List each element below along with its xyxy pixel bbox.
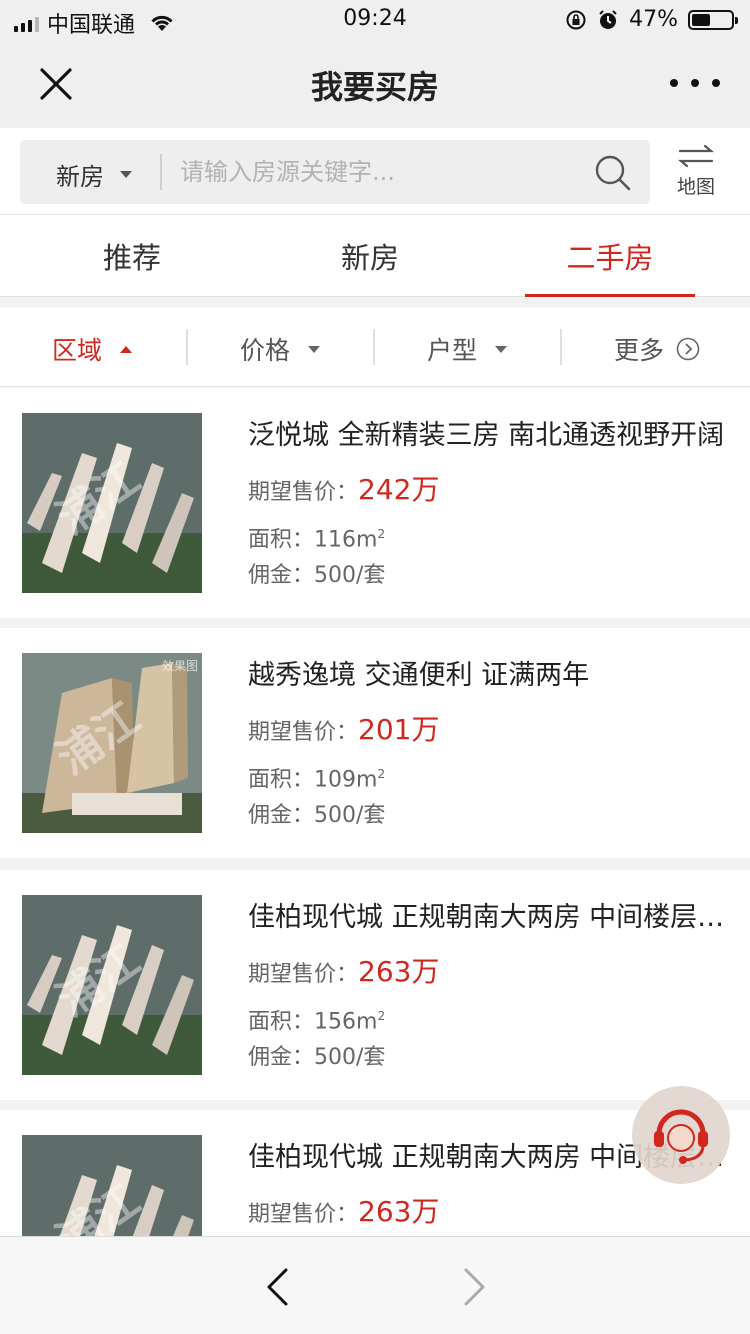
search-box: 新房 (20, 140, 650, 204)
listing-image: 效果图 浦江 (22, 653, 202, 833)
forward-arrow-icon[interactable] (460, 1267, 490, 1307)
area-label: 面积： (248, 767, 315, 793)
status-bar: 中国联通 09:24 47% (0, 0, 750, 40)
divider (186, 329, 188, 365)
page-title: 我要买房 (310, 68, 439, 106)
filter-region[interactable]: 区域 (52, 331, 133, 367)
listing-area: 116m (314, 527, 378, 553)
chevron-down-icon (495, 345, 508, 353)
search-icon[interactable] (594, 154, 632, 192)
nav-bar: 我要买房 (0, 40, 750, 128)
image-tag: 效果图 (161, 659, 198, 673)
listing-card[interactable]: 浦江 泛悦城 全新精装三房 南北通透视野开阔 期望售价： 242万 面积：116m… (0, 388, 750, 618)
listing-price: 242万 (358, 473, 440, 506)
area-label: 面积： (248, 527, 315, 553)
listing-card[interactable]: 浦江 佳柏现代城 正规朝南大两房 中间楼层采光好 期望售价： 263万 面积：15… (0, 870, 750, 1100)
search-bar: 新房 地图 (0, 128, 750, 215)
listing-area: 109m (314, 767, 378, 793)
search-type-label: 新房 (56, 163, 104, 191)
divider (373, 329, 375, 365)
chevron-down-icon (308, 345, 321, 353)
listing-price: 201万 (358, 713, 440, 746)
tab-new-house[interactable]: 新房 (285, 235, 455, 277)
price-label: 期望售价： (248, 962, 359, 987)
divider (160, 154, 162, 190)
commission-label: 佣金： (248, 563, 315, 588)
price-label: 期望售价： (248, 720, 359, 745)
listing-image: 浦江 (22, 895, 202, 1075)
filter-label: 户型 (427, 336, 478, 365)
listing-image: 浦江 (22, 413, 202, 593)
price-label: 期望售价： (248, 480, 359, 505)
search-type-dropdown[interactable]: 新房 (56, 157, 132, 192)
category-tabs: 推荐 新房 二手房 (0, 215, 750, 297)
filter-layout[interactable]: 户型 (427, 331, 508, 367)
area-unit-sup: 2 (377, 767, 386, 781)
listing-title: 佳柏现代城 正规朝南大两房 中间楼层采光好 (248, 902, 738, 933)
map-button[interactable]: 地图 (672, 144, 720, 199)
battery-icon (688, 9, 738, 30)
tab-second-hand[interactable]: 二手房 (525, 235, 695, 277)
commission-label: 佣金： (248, 803, 315, 828)
filter-label: 价格 (240, 336, 291, 365)
filter-more[interactable]: 更多 (614, 331, 700, 367)
area-unit-sup: 2 (377, 527, 386, 541)
filter-label: 区域 (52, 336, 103, 365)
listing-commission: 500/套 (314, 563, 386, 588)
area-label: 面积： (248, 1009, 315, 1035)
close-icon[interactable] (36, 64, 76, 104)
filter-label: 更多 (614, 336, 665, 365)
listing-title: 越秀逸境 交通便利 证满两年 (248, 660, 590, 691)
filter-bar: 区域 价格 户型 更多 (0, 307, 750, 387)
price-label: 期望售价： (248, 1202, 359, 1227)
listing-price: 263万 (358, 1195, 440, 1228)
area-unit-sup: 2 (377, 1009, 386, 1023)
listing-commission: 500/套 (314, 1045, 386, 1070)
customer-service-icon (654, 1109, 708, 1164)
listing-area: 156m (314, 1009, 378, 1035)
commission-label: 佣金： (248, 1045, 315, 1070)
tab-recommend[interactable]: 推荐 (47, 235, 217, 277)
customer-service-button[interactable] (632, 1086, 730, 1184)
chevron-right-circle-icon (676, 337, 700, 361)
search-input[interactable] (180, 150, 580, 194)
chevron-down-icon (120, 171, 132, 178)
listing-commission: 500/套 (314, 803, 386, 828)
rotation-lock-icon (566, 10, 586, 29)
active-tab-indicator (525, 294, 695, 297)
listing-card[interactable]: 效果图 浦江 越秀逸境 交通便利 证满两年 期望售价： 201万 面积：109m2… (0, 628, 750, 858)
listing-title: 泛悦城 全新精装三房 南北通透视野开阔 (248, 420, 725, 451)
back-arrow-icon[interactable] (262, 1267, 292, 1307)
map-switch-icon (678, 144, 714, 168)
alarm-icon (599, 9, 617, 29)
map-label: 地图 (676, 176, 715, 198)
bottom-toolbar (0, 1236, 750, 1334)
divider (560, 329, 562, 365)
more-dots-icon[interactable] (670, 68, 720, 98)
filter-price[interactable]: 价格 (240, 331, 321, 367)
battery-percent: 47% (629, 7, 678, 32)
listing-price: 263万 (358, 955, 440, 988)
chevron-up-icon (120, 345, 133, 353)
